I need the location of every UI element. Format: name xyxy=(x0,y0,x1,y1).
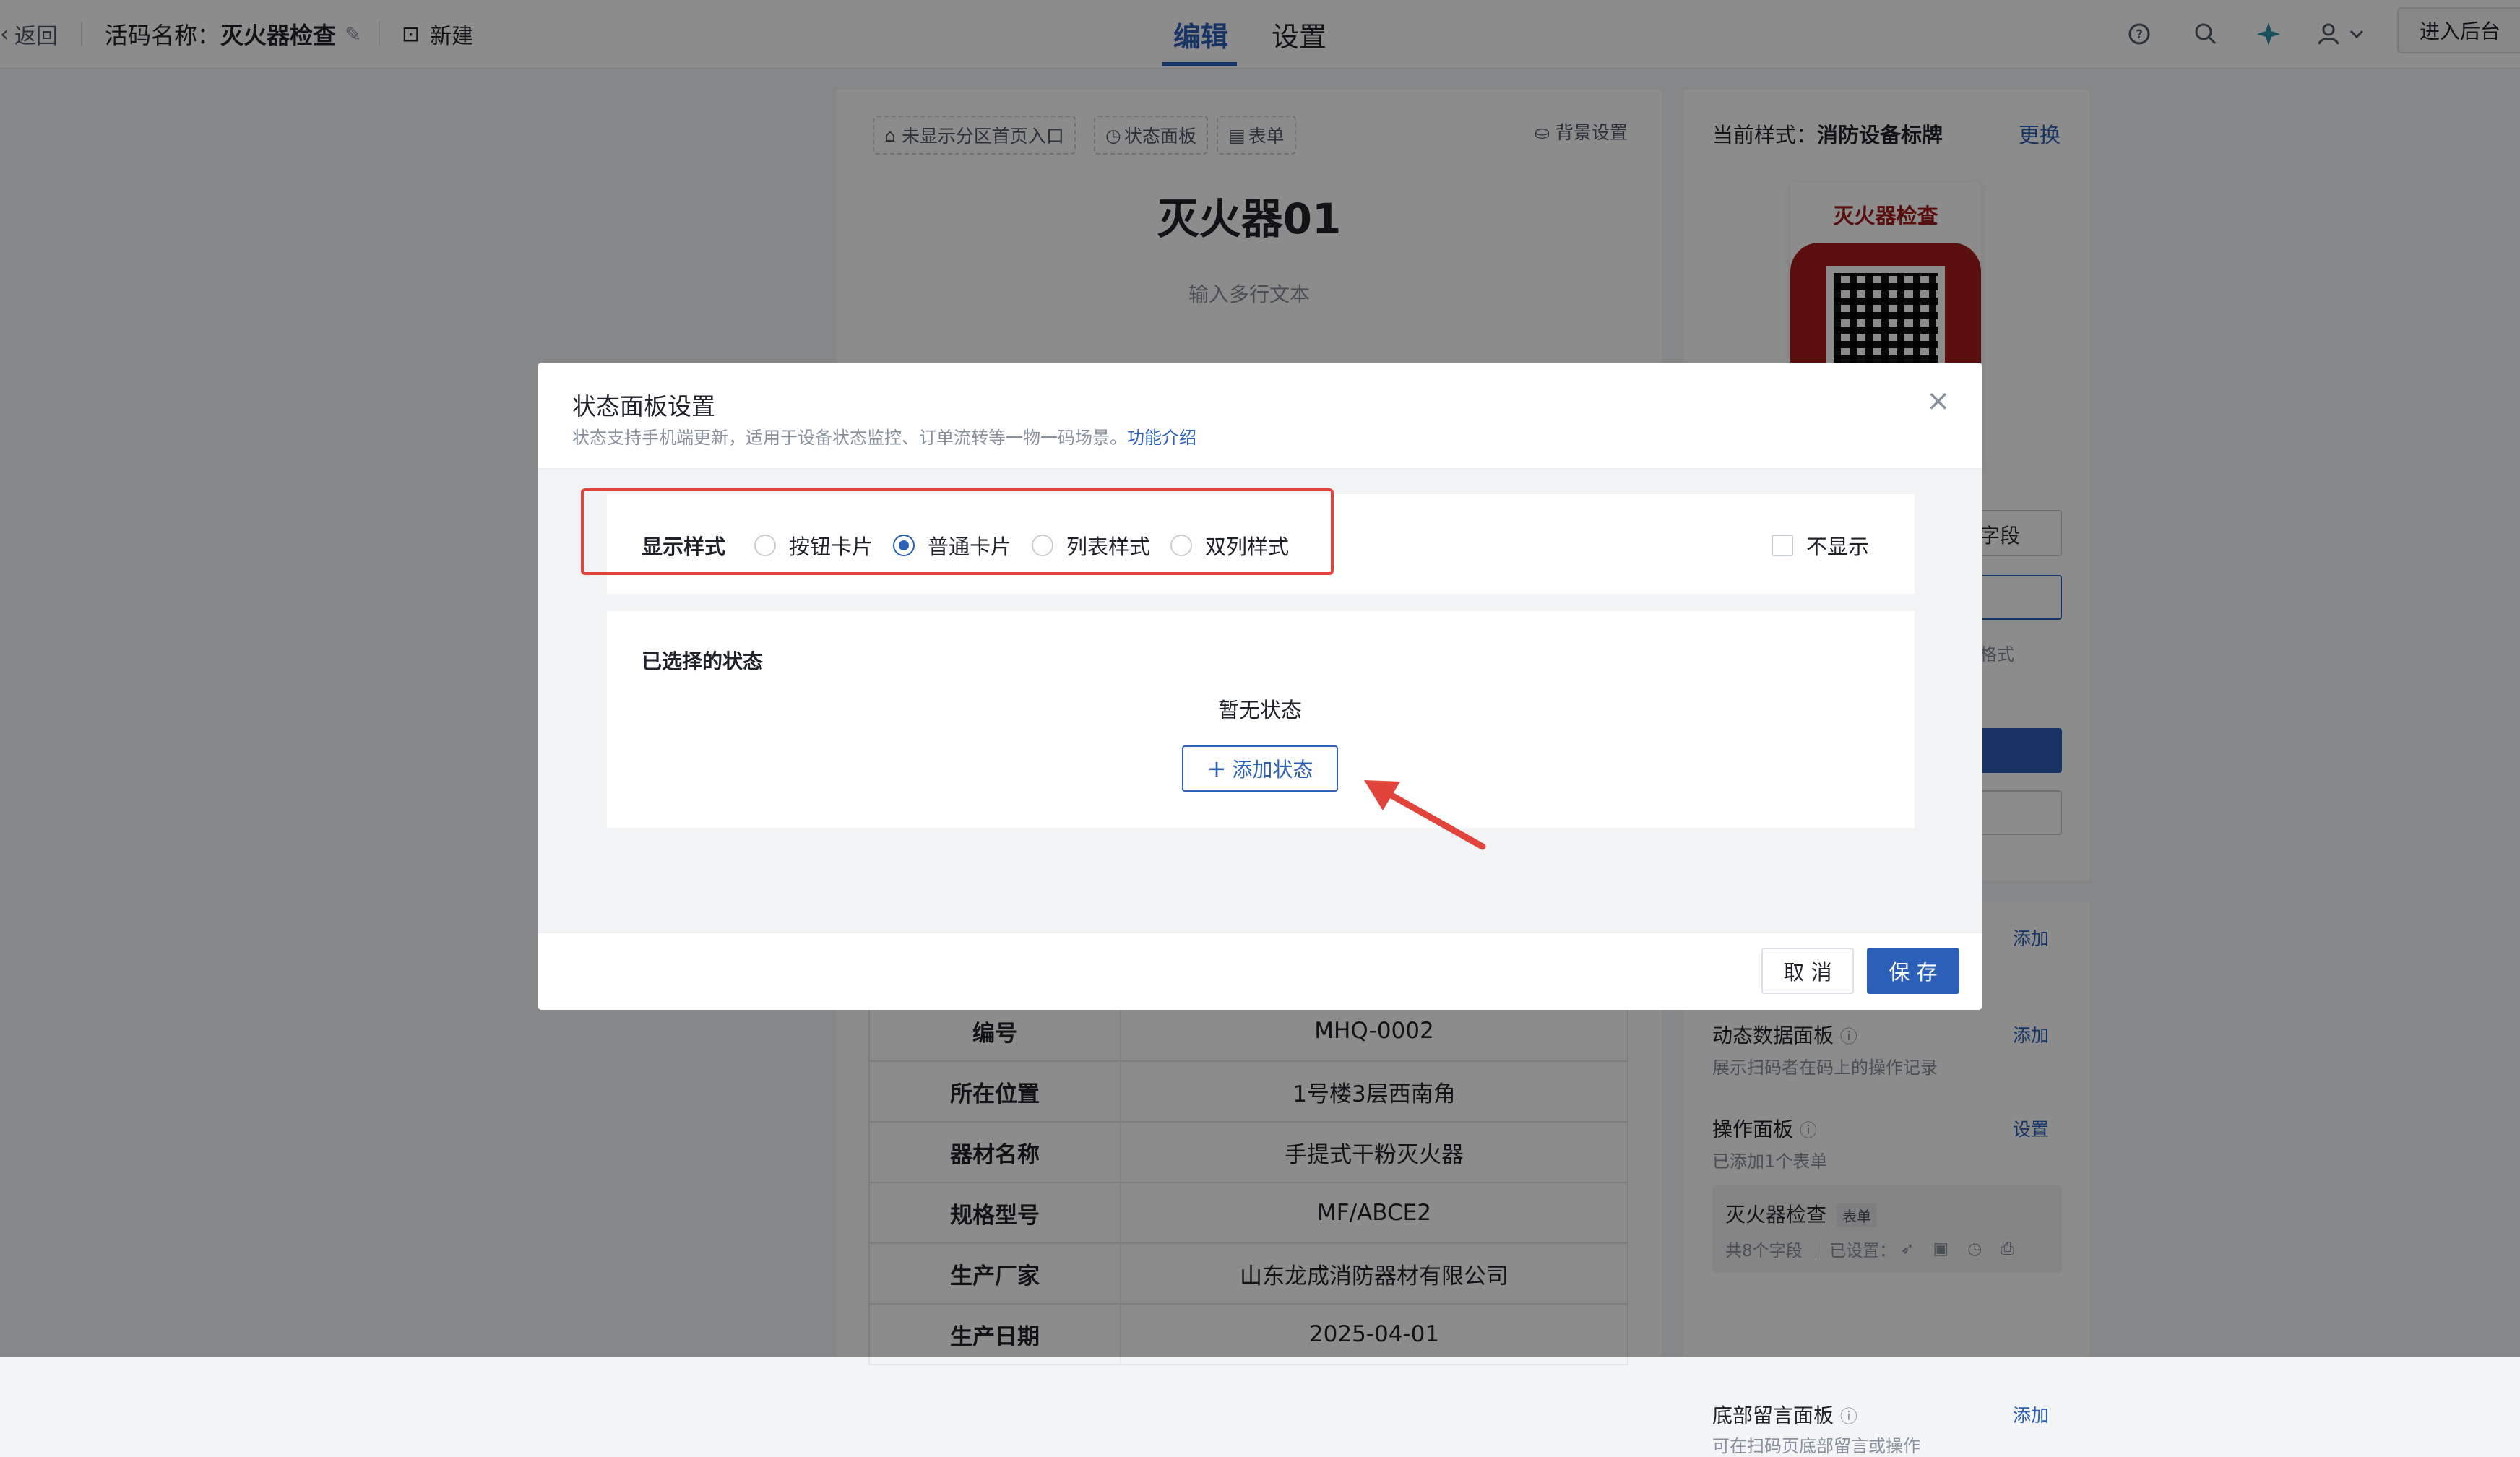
bottom-panel-title: 底部留言面板 ⓘ xyxy=(1712,1400,1857,1429)
feature-intro-link[interactable]: 功能介绍 xyxy=(1127,428,1196,448)
radio-label: 双列样式 xyxy=(1205,535,1290,559)
selected-states-title: 已选择的状态 xyxy=(642,649,764,673)
bottom-panel-desc: 可在扫码页底部留言或操作 xyxy=(1712,1436,1920,1456)
empty-state-text: 暂无状态 xyxy=(1217,698,1302,722)
dialog-title: 状态面板设置 xyxy=(572,392,715,420)
add-state-button[interactable]: + 添加状态 xyxy=(1182,745,1338,792)
bottom-panel-title-text: 底部留言面板 xyxy=(1712,1404,1834,1427)
dialog-footer: 取 消 保 存 xyxy=(538,932,1982,1010)
radio-button-card[interactable]: 按钮卡片 xyxy=(754,530,873,561)
dialog-description: 状态支持手机端更新，适用于设备状态监控、订单流转等一物一码场景。功能介绍 xyxy=(572,423,1196,449)
cancel-button[interactable]: 取 消 xyxy=(1761,948,1854,994)
radio-two-column-style[interactable]: 双列样式 xyxy=(1170,530,1289,561)
plus-icon: + xyxy=(1207,755,1227,782)
hide-checkbox[interactable]: 不显示 xyxy=(1772,530,1869,561)
radio-normal-card[interactable]: 普通卡片 xyxy=(893,530,1011,561)
annotation-arrow-icon xyxy=(1364,780,1486,850)
display-style-label: 显示样式 xyxy=(642,535,726,559)
checkbox-square xyxy=(1772,535,1793,556)
radio-circle xyxy=(754,535,776,556)
radio-label: 普通卡片 xyxy=(928,535,1012,559)
radio-label: 列表样式 xyxy=(1066,535,1151,559)
radio-list-style[interactable]: 列表样式 xyxy=(1032,530,1150,561)
radio-circle xyxy=(1170,535,1192,556)
close-icon[interactable]: × xyxy=(1926,384,1951,418)
status-panel-settings-dialog: 状态面板设置 状态支持手机端更新，适用于设备状态监控、订单流转等一物一码场景。功… xyxy=(538,363,1982,1010)
save-button[interactable]: 保 存 xyxy=(1867,948,1959,994)
add-state-label: 添加状态 xyxy=(1232,758,1313,782)
hide-checkbox-label: 不显示 xyxy=(1806,535,1870,559)
help-icon[interactable]: ⓘ xyxy=(1840,1406,1857,1427)
bottom-panel-add-link[interactable]: 添加 xyxy=(2013,1401,2049,1427)
dialog-header: 状态面板设置 状态支持手机端更新，适用于设备状态监控、订单流转等一物一码场景。功… xyxy=(538,363,1982,470)
radio-circle-selected xyxy=(893,535,915,556)
radio-label: 按钮卡片 xyxy=(789,535,873,559)
dialog-description-text: 状态支持手机端更新，适用于设备状态监控、订单流转等一物一码场景。 xyxy=(572,428,1127,448)
radio-circle xyxy=(1032,535,1053,556)
